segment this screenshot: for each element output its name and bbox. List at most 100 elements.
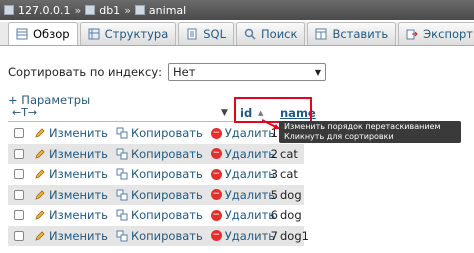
row-checkbox[interactable] <box>14 230 24 241</box>
tab-label: Поиск <box>261 27 298 41</box>
edit-label: Изменить <box>49 228 108 243</box>
row-checkbox[interactable] <box>14 128 24 139</box>
tab-label: Экспорт <box>423 27 473 41</box>
edit-link[interactable]: Изменить <box>34 147 108 161</box>
edit-label: Изменить <box>49 208 108 223</box>
table-row: Изменить Копировать − Удалить 2 cat <box>8 143 304 164</box>
tab-structure[interactable]: Структура <box>79 22 177 45</box>
copy-icon <box>116 127 128 139</box>
edit-link[interactable]: Изменить <box>34 167 108 181</box>
copy-link[interactable]: Копировать <box>116 147 203 161</box>
tab-label: Обзор <box>33 27 70 41</box>
row-checkbox[interactable] <box>14 148 24 159</box>
browse-icon <box>16 28 28 40</box>
tab-sql[interactable]: SQL <box>178 22 235 45</box>
edit-label: Изменить <box>49 187 108 202</box>
pencil-icon <box>35 149 45 159</box>
edit-label: Изменить <box>49 167 108 182</box>
breadcrumb-database[interactable]: db1 <box>99 4 120 17</box>
tab-browse[interactable]: Обзор <box>8 22 78 45</box>
tab-label: Вставить <box>332 27 389 41</box>
tab-label: Структура <box>104 27 169 41</box>
database-icon <box>85 5 96 15</box>
copy-link[interactable]: Копировать <box>116 229 203 243</box>
cell-id: 2 <box>270 146 278 161</box>
pencil-icon <box>35 210 45 220</box>
cell-id: 7 <box>270 228 278 243</box>
cell-name: cat <box>280 167 298 182</box>
tab-export[interactable]: Экспорт <box>398 22 474 45</box>
search-icon <box>244 28 256 40</box>
edit-link[interactable]: Изменить <box>34 208 108 222</box>
column-nav-arrows[interactable]: ←T→ <box>12 106 37 119</box>
options-link[interactable]: + Параметры <box>8 93 90 107</box>
edit-link[interactable]: Изменить <box>34 229 108 243</box>
delete-icon: − <box>210 127 222 139</box>
tab-bar: Обзор Структура SQL Поиск Вставить Экспо… <box>0 22 474 46</box>
copy-icon <box>116 148 128 160</box>
copy-link[interactable]: Копировать <box>116 167 203 181</box>
delete-icon: − <box>210 189 222 201</box>
copy-link[interactable]: Копировать <box>116 208 203 222</box>
sort-by-index-row: Сортировать по индексу: Нет ▼ <box>8 63 327 81</box>
copy-icon <box>116 168 128 180</box>
sql-icon <box>187 28 197 40</box>
table-row: Изменить Копировать − Удалить 7 dog1 <box>8 225 309 246</box>
copy-icon <box>116 230 128 242</box>
pencil-icon <box>35 190 45 200</box>
copy-link[interactable]: Копировать <box>116 126 203 140</box>
export-icon <box>406 29 418 40</box>
row-checkbox[interactable] <box>14 210 24 221</box>
table-row: ИзменитьКопировать−Удалить1cat <box>8 123 304 144</box>
table-row: Изменить Копировать − Удалить 5 dog <box>8 184 304 205</box>
cell-name: dog1 <box>280 228 309 243</box>
cell-name: cat <box>280 146 298 161</box>
dropdown-triangle-icon[interactable]: ▼ <box>221 108 228 118</box>
cell-name: dog <box>280 187 302 202</box>
copy-label: Копировать <box>130 167 203 182</box>
structure-icon <box>88 28 100 40</box>
sort-by-index-select[interactable]: Нет ▼ <box>168 63 327 81</box>
insert-icon <box>315 28 327 40</box>
edit-link[interactable]: Изменить <box>34 126 108 140</box>
copy-link[interactable]: Копировать <box>116 188 203 202</box>
edit-label: Изменить <box>49 146 108 161</box>
sort-by-index-label: Сортировать по индексу: <box>8 65 163 79</box>
breadcrumb: 127.0.0.1 » db1 » animal <box>0 0 474 20</box>
breadcrumb-separator: » <box>124 3 131 17</box>
server-icon <box>4 5 14 15</box>
pencil-icon <box>35 169 45 179</box>
tooltip-line-1: Изменить порядок перетаскиванием <box>284 122 441 131</box>
results-table: ИзменитьКопировать−Удалить1catИзменитьКо… <box>8 123 309 246</box>
cell-id: 5 <box>270 187 278 202</box>
table-row: Изменить Копировать − Удалить 6 dog <box>8 205 304 226</box>
chevron-down-icon: ▼ <box>314 67 322 77</box>
tab-label: SQL <box>203 27 227 41</box>
row-checkbox[interactable] <box>14 169 24 180</box>
copy-label: Копировать <box>130 126 203 141</box>
tab-insert[interactable]: Вставить <box>307 22 397 45</box>
row-checkbox[interactable] <box>14 189 24 200</box>
delete-icon: − <box>210 209 222 221</box>
pencil-icon <box>35 231 45 241</box>
edit-link[interactable]: Изменить <box>34 188 108 202</box>
table-row: Изменить Копировать − Удалить 3 cat <box>8 164 304 185</box>
breadcrumb-table[interactable]: animal <box>149 4 186 17</box>
copy-icon <box>116 209 128 221</box>
tab-search[interactable]: Поиск <box>236 22 306 45</box>
cell-name: dog <box>280 208 302 223</box>
breadcrumb-separator: » <box>74 3 82 17</box>
copy-label: Копировать <box>130 146 203 161</box>
tooltip-line-2: Кликнуть для сортировки <box>284 132 394 141</box>
sort-tooltip: Изменить порядок перетаскиванием Кликнут… <box>279 121 461 143</box>
delete-icon: − <box>210 230 222 242</box>
copy-icon <box>116 189 128 201</box>
delete-icon: − <box>210 148 222 160</box>
copy-label: Копировать <box>130 187 203 202</box>
edit-label: Изменить <box>49 126 108 141</box>
cell-id: 6 <box>270 208 278 223</box>
table-icon <box>134 5 145 15</box>
pencil-icon <box>35 128 45 138</box>
delete-icon: − <box>210 168 222 180</box>
breadcrumb-server[interactable]: 127.0.0.1 <box>18 4 70 17</box>
